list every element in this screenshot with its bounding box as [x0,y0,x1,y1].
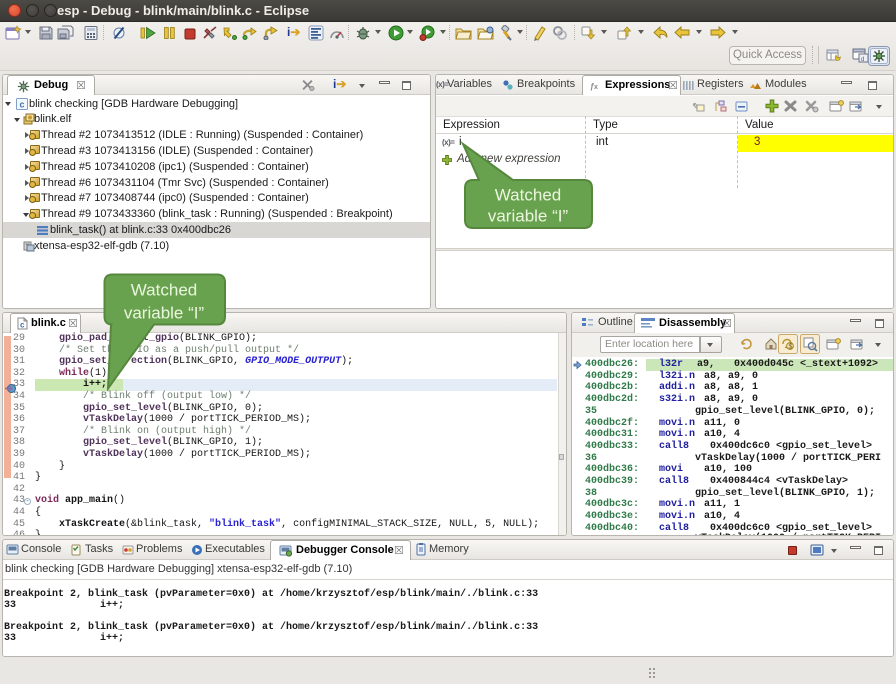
svg-text:d: d [861,57,864,63]
svg-text:c: c [19,99,24,109]
svg-text:$: $ [789,344,793,351]
svg-text:c: c [20,321,25,330]
